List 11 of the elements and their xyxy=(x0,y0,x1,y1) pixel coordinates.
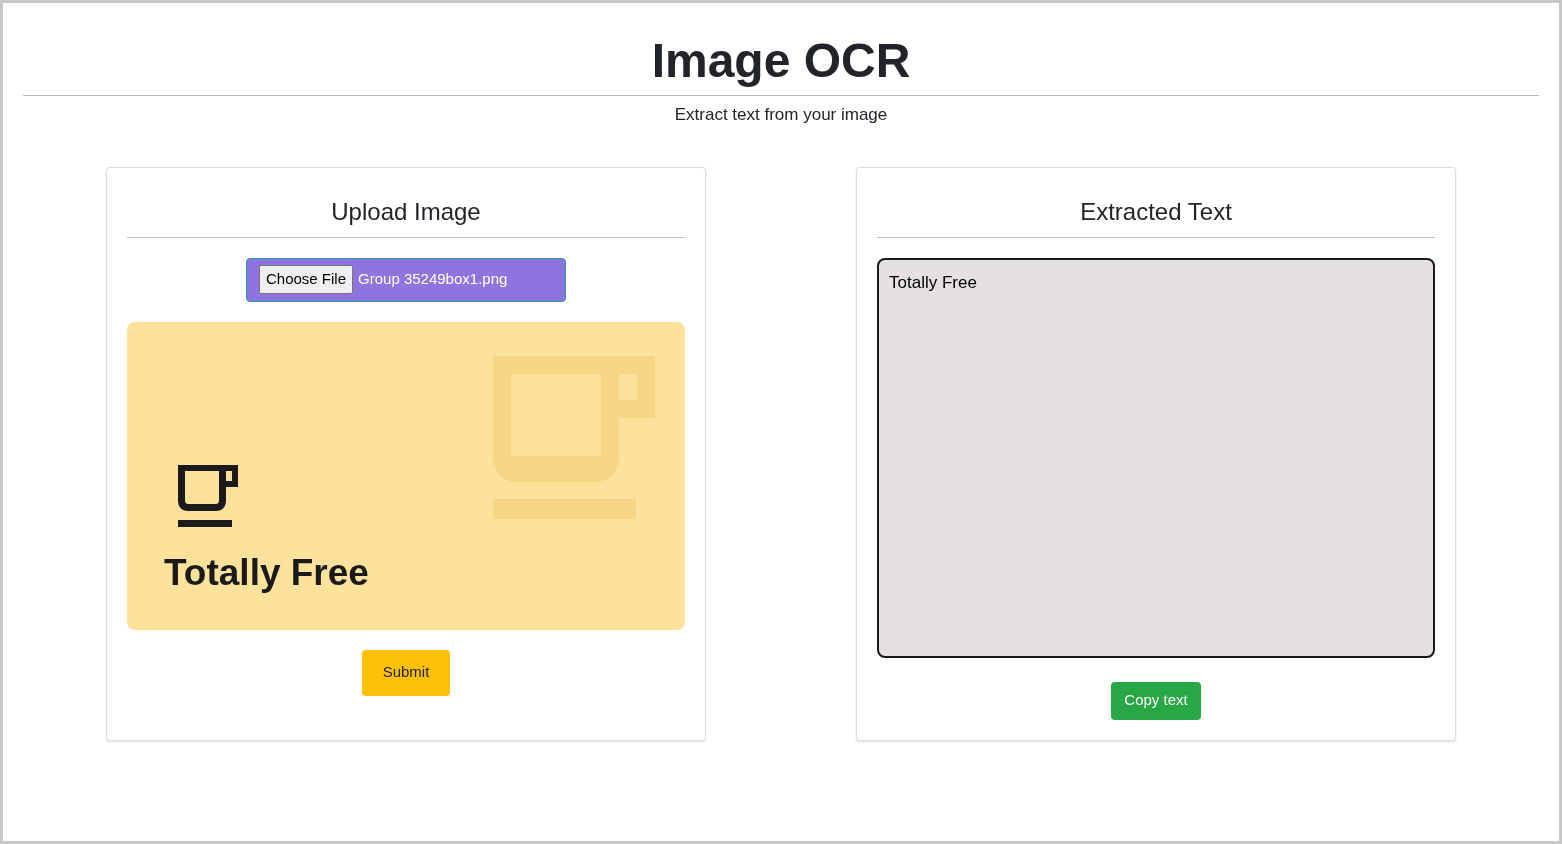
file-input[interactable]: Choose File Group 35249box1.png xyxy=(246,257,566,302)
page-title: Image OCR xyxy=(650,33,912,89)
image-caption: Totally Free xyxy=(164,550,369,595)
extracted-text-area[interactable]: Totally Free xyxy=(877,257,1435,658)
file-name: Group 35249box1.png xyxy=(358,269,508,290)
choose-file-button[interactable]: Choose File xyxy=(259,265,354,294)
cup-icon xyxy=(176,464,240,527)
submit-button[interactable]: Submit xyxy=(361,649,451,696)
card-title: Upload Image xyxy=(331,196,481,227)
card-title: Extracted Text xyxy=(1080,196,1232,227)
page-subtitle: Extract text from your image xyxy=(673,104,889,126)
